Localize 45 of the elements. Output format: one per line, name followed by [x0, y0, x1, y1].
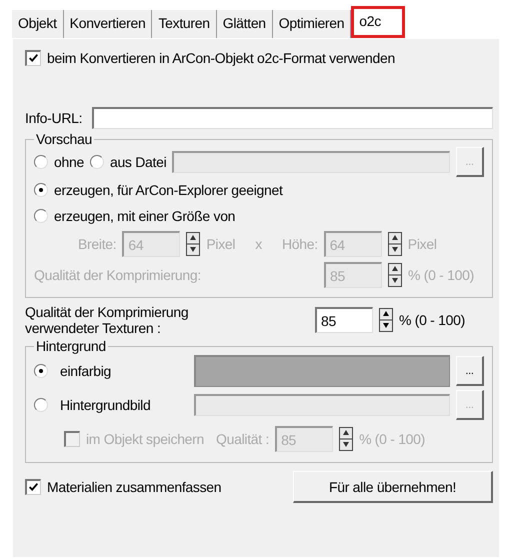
checkbox-label: Materialien zusammenfassen — [47, 479, 222, 495]
field-label: Höhe: — [282, 236, 318, 252]
quality-field[interactable]: 85 — [315, 307, 373, 333]
group-title: Vorschau — [35, 131, 93, 147]
tab[interactable]: Glätten — [216, 10, 273, 38]
radio-button[interactable] — [34, 209, 48, 223]
radio-label: Hintergrundbild — [60, 397, 152, 413]
range-label: % (0 - 100) — [359, 431, 426, 447]
checkbox[interactable] — [25, 50, 41, 66]
color-field[interactable] — [194, 355, 450, 387]
times-sign: x — [255, 236, 262, 252]
field-label: Qualität der Komprimierung verwendeter Texturen : — [25, 304, 190, 336]
spin-button[interactable] — [388, 263, 402, 287]
group-title: Hintergrund — [35, 338, 107, 354]
checkbox-label: im Objekt speichern — [86, 431, 204, 447]
checkmark-icon — [28, 53, 39, 64]
range-label: % (0 - 100) — [399, 312, 465, 328]
unit-label: Pixel — [408, 236, 437, 252]
url-field[interactable] — [92, 107, 493, 129]
tab[interactable]: Konvertieren — [64, 10, 152, 38]
radio-label: ohne — [54, 154, 84, 170]
tab[interactable]: o2c — [351, 6, 405, 38]
field-label: Qualität der Komprimierung: — [34, 267, 202, 283]
radio-label: aus Datei — [110, 154, 166, 170]
radio-button[interactable] — [90, 155, 104, 169]
radio-button[interactable] — [34, 183, 48, 197]
checkbox[interactable] — [25, 479, 41, 495]
field-label: Info-URL: — [25, 110, 82, 126]
tab[interactable]: Optimieren — [272, 10, 352, 38]
field-label: Breite: — [78, 236, 116, 252]
checkbox-label: beim Konvertieren in ArCon-Objekt o2c-Format verwenden — [47, 50, 395, 66]
field-label: Qualität : — [216, 431, 270, 447]
tab[interactable]: Objekt — [12, 10, 64, 38]
tab[interactable]: Texturen — [152, 10, 217, 38]
range-label: % (0 - 100) — [408, 267, 474, 283]
unit-label: Pixel — [206, 236, 236, 252]
checkmark-icon — [28, 482, 39, 493]
apply-all-button[interactable]: Für alle übernehmen! — [293, 471, 493, 503]
radio-button[interactable] — [34, 155, 48, 169]
spin-button[interactable] — [379, 308, 393, 332]
radio-button[interactable] — [34, 364, 48, 378]
radio-label: einfarbig — [60, 363, 112, 379]
radio-label: erzeugen, für ArCon-Explorer geeignet — [54, 182, 283, 198]
browse-button[interactable]: ... — [456, 356, 484, 386]
radio-label: erzeugen, mit einer Größe von — [54, 208, 236, 224]
